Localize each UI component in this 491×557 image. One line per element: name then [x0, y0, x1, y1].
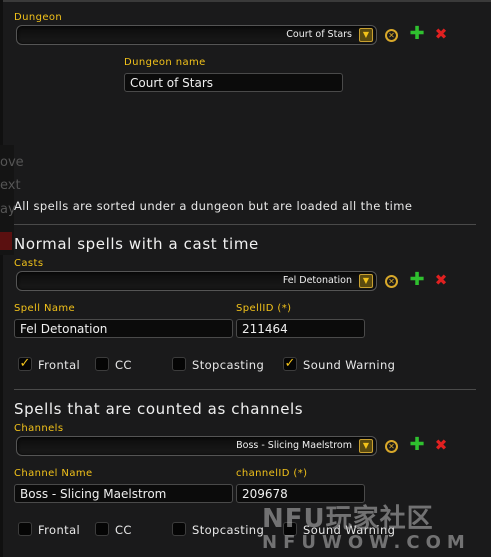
dungeon-name-label: Dungeon name — [124, 57, 206, 68]
spell-name-field[interactable] — [14, 319, 233, 338]
background-text-fragment: ove — [0, 155, 24, 170]
dropdown-arrow-icon[interactable]: ▼ — [359, 28, 373, 42]
channel-stopcasting-checkbox[interactable] — [172, 522, 186, 536]
dropdown-arrow-icon[interactable]: ▼ — [359, 274, 373, 288]
channel-stopcasting-label: Stopcasting — [192, 523, 265, 537]
dropdown-arrow-icon[interactable]: ▼ — [359, 439, 373, 453]
stopcasting-checkbox[interactable] — [172, 357, 186, 371]
watermark-logo: NFU玩家社区 — [262, 504, 434, 534]
add-dungeon-button[interactable]: ✚ — [408, 25, 426, 44]
dungeon-dropdown[interactable]: Court of Stars ▼ — [16, 25, 377, 45]
background-text-fragment: ext — [0, 178, 21, 193]
delete-channel-button[interactable]: ✖ — [432, 437, 450, 455]
cc-label: CC — [115, 358, 132, 372]
sound-warning-checkbox[interactable]: ✓ — [283, 357, 297, 371]
dungeon-name-field[interactable] — [124, 73, 343, 92]
channel-id-label: channelID (*) — [236, 468, 308, 479]
dungeon-dropdown-value: Court of Stars — [286, 29, 352, 40]
window-top-border — [0, 0, 491, 2]
channels-dropdown[interactable]: Boss - Slicing Maelstrom ▼ — [16, 436, 377, 456]
reset-icon[interactable]: ✕ — [385, 440, 398, 453]
casts-dropdown-value: Fel Detonation — [282, 275, 352, 286]
watermark-url: NFUWOW.COM — [262, 532, 471, 553]
cc-checkbox[interactable] — [95, 357, 109, 371]
channels-section-title: Spells that are counted as channels — [14, 400, 304, 418]
checkmark-icon: ✓ — [284, 356, 296, 371]
spell-id-field[interactable] — [236, 319, 365, 338]
add-channel-button[interactable]: ✚ — [408, 436, 426, 455]
add-cast-button[interactable]: ✚ — [408, 271, 426, 290]
divider — [14, 224, 476, 225]
casts-dropdown[interactable]: Fel Detonation ▼ — [16, 271, 377, 291]
stopcasting-label: Stopcasting — [192, 358, 265, 372]
channels-label: Channels — [14, 423, 64, 434]
checkmark-icon: ✓ — [19, 356, 31, 371]
channel-frontal-checkbox[interactable] — [18, 522, 32, 536]
window-left-border — [0, 0, 3, 557]
channel-name-label: Channel Name — [14, 468, 93, 479]
reset-icon[interactable]: ✕ — [385, 29, 398, 42]
channel-name-field[interactable] — [14, 484, 233, 503]
sound-warning-label: Sound Warning — [303, 358, 396, 372]
dungeon-label: Dungeon — [14, 12, 63, 23]
delete-cast-button[interactable]: ✖ — [432, 272, 450, 290]
channels-dropdown-value: Boss - Slicing Maelstrom — [236, 440, 352, 451]
spell-id-label: SpellID (*) — [236, 303, 292, 314]
channel-frontal-label: Frontal — [38, 523, 81, 537]
frontal-checkbox[interactable]: ✓ — [18, 357, 32, 371]
spell-name-label: Spell Name — [14, 303, 76, 314]
channel-cc-label: CC — [115, 523, 132, 537]
channel-cc-checkbox[interactable] — [95, 522, 109, 536]
reset-icon[interactable]: ✕ — [385, 275, 398, 288]
background-panel-highlight — [0, 232, 12, 250]
divider — [14, 389, 476, 390]
casts-label: Casts — [14, 258, 44, 269]
frontal-label: Frontal — [38, 358, 81, 372]
info-text: All spells are sorted under a dungeon bu… — [14, 199, 413, 213]
casts-section-title: Normal spells with a cast time — [14, 235, 259, 253]
delete-dungeon-button[interactable]: ✖ — [432, 26, 450, 44]
